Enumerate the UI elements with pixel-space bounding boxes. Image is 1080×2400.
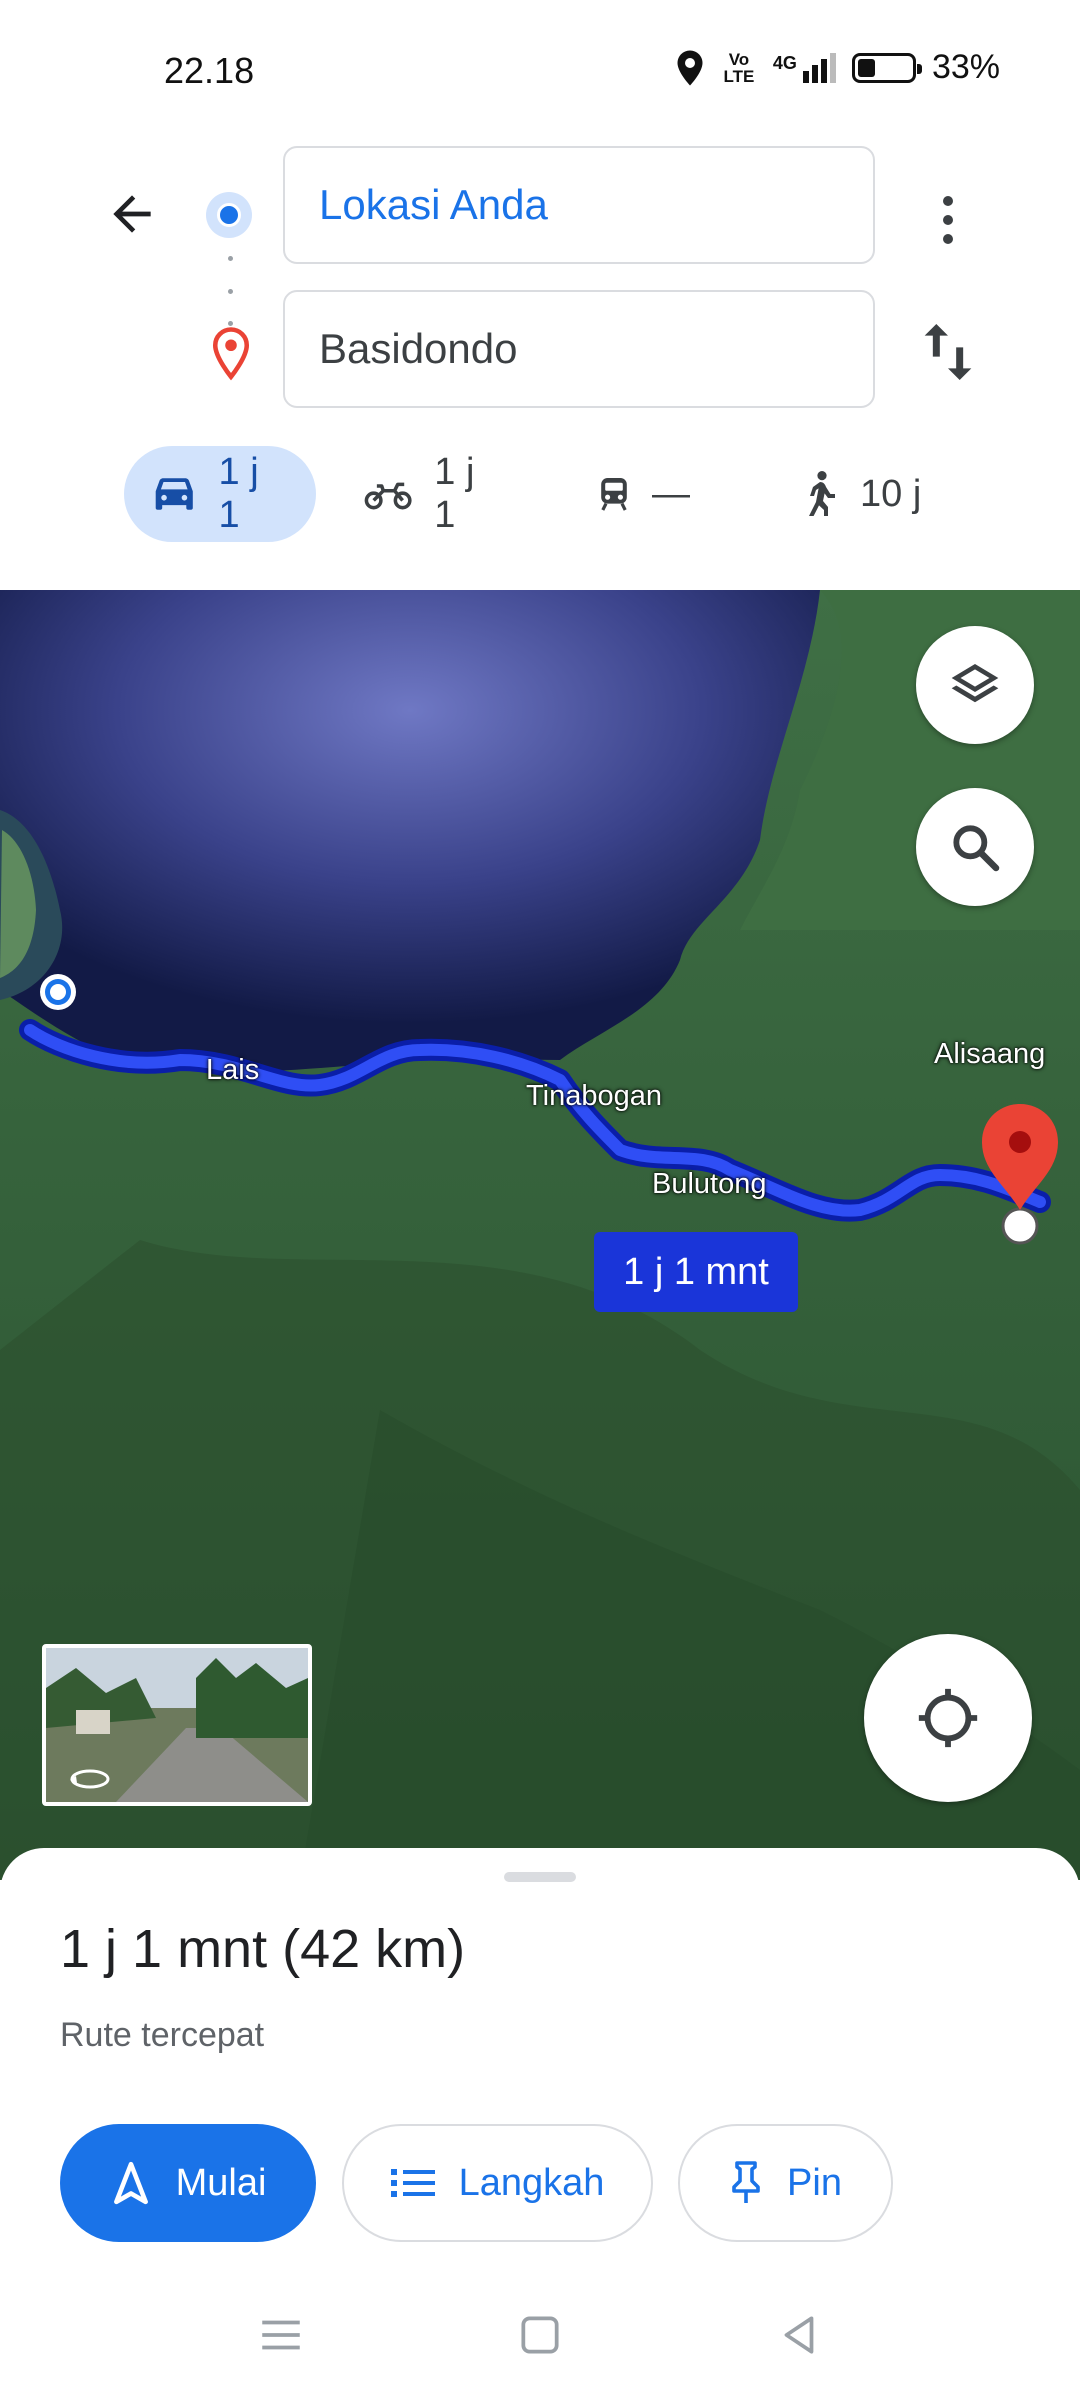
layers-icon	[951, 664, 999, 703]
mode-transit[interactable]: —	[570, 446, 718, 542]
status-time: 22.18	[164, 50, 255, 91]
volte-indicator: Vo LTE	[723, 49, 755, 86]
home-key-icon[interactable]	[515, 2310, 565, 2360]
map-label-bulutong: Bulutong	[652, 1168, 767, 1200]
steps-button[interactable]: Langkah	[342, 2124, 653, 2242]
route-summary: 1 j 1 mnt (42 km)	[60, 1919, 466, 1979]
pin-icon	[732, 2161, 760, 2203]
mode-transit-label: —	[652, 472, 690, 515]
swap-directions-button[interactable]	[920, 316, 976, 388]
walk-icon	[809, 471, 835, 516]
list-icon	[390, 2169, 435, 2197]
crosshair-icon	[918, 1688, 978, 1748]
location-icon	[677, 50, 703, 85]
start-button[interactable]: Mulai	[60, 2124, 316, 2242]
destination-text: Basidondo	[319, 325, 518, 372]
back-button[interactable]	[96, 178, 168, 250]
start-button-label: Mulai	[175, 2161, 267, 2204]
mode-motorcycle[interactable]: 1 j 1	[336, 446, 522, 542]
status-icons: Vo LTE 4G 33%	[675, 48, 1000, 87]
my-location-button[interactable]	[864, 1634, 1032, 1802]
mode-driving[interactable]: 1 j 1	[124, 446, 316, 542]
system-navigation-bar	[0, 2270, 1080, 2400]
map-label-tinabogan: Tinabogan	[526, 1080, 662, 1112]
arrow-back-icon	[113, 195, 151, 233]
mode-motorcycle-label: 1 j 1	[434, 451, 475, 536]
pin-button[interactable]: Pin	[678, 2124, 893, 2242]
origin-field[interactable]: Lokasi Anda	[283, 146, 875, 264]
mode-walking[interactable]: 10 j	[774, 446, 954, 542]
rotate-360-icon	[70, 1769, 110, 1789]
street-view-thumbnail[interactable]	[42, 1644, 312, 1806]
layers-button[interactable]	[916, 626, 1034, 744]
route-subtitle: Rute tercepat	[60, 2016, 265, 2054]
drag-handle[interactable]	[504, 1872, 576, 1882]
battery-icon	[851, 52, 922, 83]
map-label-lais: Lais	[206, 1054, 260, 1086]
navigation-arrow-icon	[113, 2161, 148, 2205]
map-view[interactable]: Lais Tinabogan Bulutong Alisaang 1 j 1 m…	[0, 590, 1080, 1880]
map-label-alisaang: Alisaang	[934, 1038, 1046, 1070]
search-icon	[953, 825, 1000, 872]
directions-header: Lokasi Anda Basidondo 1 j 1 1 j 1 — 10 j	[0, 140, 1080, 590]
battery-percent: 33%	[931, 48, 1000, 86]
signal-icon: 4G	[772, 52, 836, 83]
travel-modes: 1 j 1 1 j 1 — 10 j	[0, 440, 1080, 542]
menu-key-icon[interactable]	[256, 2310, 306, 2360]
origin-text: Lokasi Anda	[319, 181, 548, 228]
train-icon	[601, 478, 627, 511]
steps-button-label: Langkah	[458, 2161, 605, 2204]
motorcycle-icon	[364, 482, 412, 510]
destination-field[interactable]: Basidondo	[283, 290, 875, 408]
back-key-icon[interactable]	[774, 2310, 824, 2360]
route-connector-icon	[227, 256, 233, 326]
search-along-route-button[interactable]	[916, 788, 1034, 906]
route-details-sheet: 1 j 1 mnt (42 km) Rute tercepat Mulai La…	[0, 1848, 1080, 2400]
destination-pin-icon	[212, 327, 250, 381]
status-bar: 22.18 Vo LTE 4G 33%	[0, 0, 1080, 140]
network-type: 4G	[772, 52, 797, 73]
origin-dot-icon	[206, 192, 252, 238]
pin-button-label: Pin	[787, 2161, 842, 2204]
more-options-button[interactable]	[920, 180, 976, 260]
route-eta-chip[interactable]: 1 j 1 mnt	[594, 1232, 798, 1312]
mode-walking-label: 10 j	[860, 472, 922, 515]
car-icon	[155, 478, 193, 510]
mode-driving-label: 1 j 1	[218, 451, 259, 536]
